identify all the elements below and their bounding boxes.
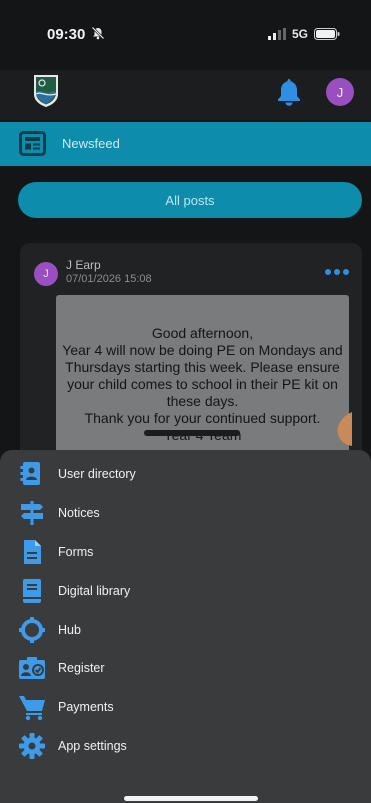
menu-item-label: Forms: [58, 545, 94, 559]
menu-item-label: Register: [58, 661, 105, 675]
menu-item-label: Digital library: [58, 584, 131, 598]
newspaper-icon: [19, 131, 46, 156]
post-author-initial: J: [43, 268, 49, 280]
hub-icon: [19, 617, 45, 643]
user-avatar-initial: J: [336, 84, 344, 100]
menu-item-register[interactable]: Register: [0, 650, 371, 686]
menu-item-label: User directory: [58, 467, 136, 481]
register-icon: [19, 657, 45, 679]
menu-item-label: Notices: [58, 506, 100, 520]
newsfeed-header: Newsfeed: [0, 122, 371, 166]
user-avatar[interactable]: J: [326, 78, 354, 106]
status-time: 09:30: [47, 26, 86, 43]
post-author: J Earp: [66, 258, 101, 272]
menu-item-notices[interactable]: Notices: [0, 495, 371, 531]
photo-fragment: [337, 412, 352, 446]
battery-icon: [314, 28, 340, 40]
scribble-mark: [144, 430, 240, 436]
navigation-menu-sheet: User directory Notices Forms Digital lib…: [0, 450, 371, 803]
menu-item-label: Hub: [58, 623, 81, 637]
school-crest-icon[interactable]: [33, 74, 59, 108]
all-posts-label: All posts: [165, 192, 215, 208]
menu-item-hub[interactable]: Hub: [0, 612, 371, 648]
menu-item-user-directory[interactable]: User directory: [0, 456, 371, 492]
more-options-icon[interactable]: [324, 268, 350, 276]
gear-icon: [19, 733, 45, 759]
home-indicator[interactable]: [124, 796, 258, 801]
status-bar: 09:30 5G: [0, 0, 371, 70]
post-message: Good afternoon, Year 4 will now be doing…: [62, 325, 343, 443]
forms-document-icon: [24, 540, 41, 564]
post-author-avatar: J: [34, 262, 58, 286]
network-type: 5G: [292, 27, 309, 41]
newsfeed-title: Newsfeed: [62, 136, 120, 151]
user-directory-icon: [20, 462, 40, 485]
cart-icon: [19, 696, 45, 721]
menu-item-forms[interactable]: Forms: [0, 534, 371, 570]
notifications-bell-icon[interactable]: [276, 78, 302, 106]
signal-icon: [268, 28, 286, 40]
digital-library-book-icon: [23, 579, 41, 603]
post-date: 07/01/2026 15:08: [66, 273, 152, 285]
all-posts-button[interactable]: All posts: [18, 182, 362, 218]
menu-item-label: Payments: [58, 700, 114, 714]
menu-item-label: App settings: [58, 739, 127, 753]
bell-muted-icon: [91, 26, 105, 40]
menu-item-payments[interactable]: Payments: [0, 689, 371, 725]
menu-item-app-settings[interactable]: App settings: [0, 728, 371, 764]
notices-signpost-icon: [21, 501, 43, 525]
menu-item-digital-library[interactable]: Digital library: [0, 573, 371, 609]
